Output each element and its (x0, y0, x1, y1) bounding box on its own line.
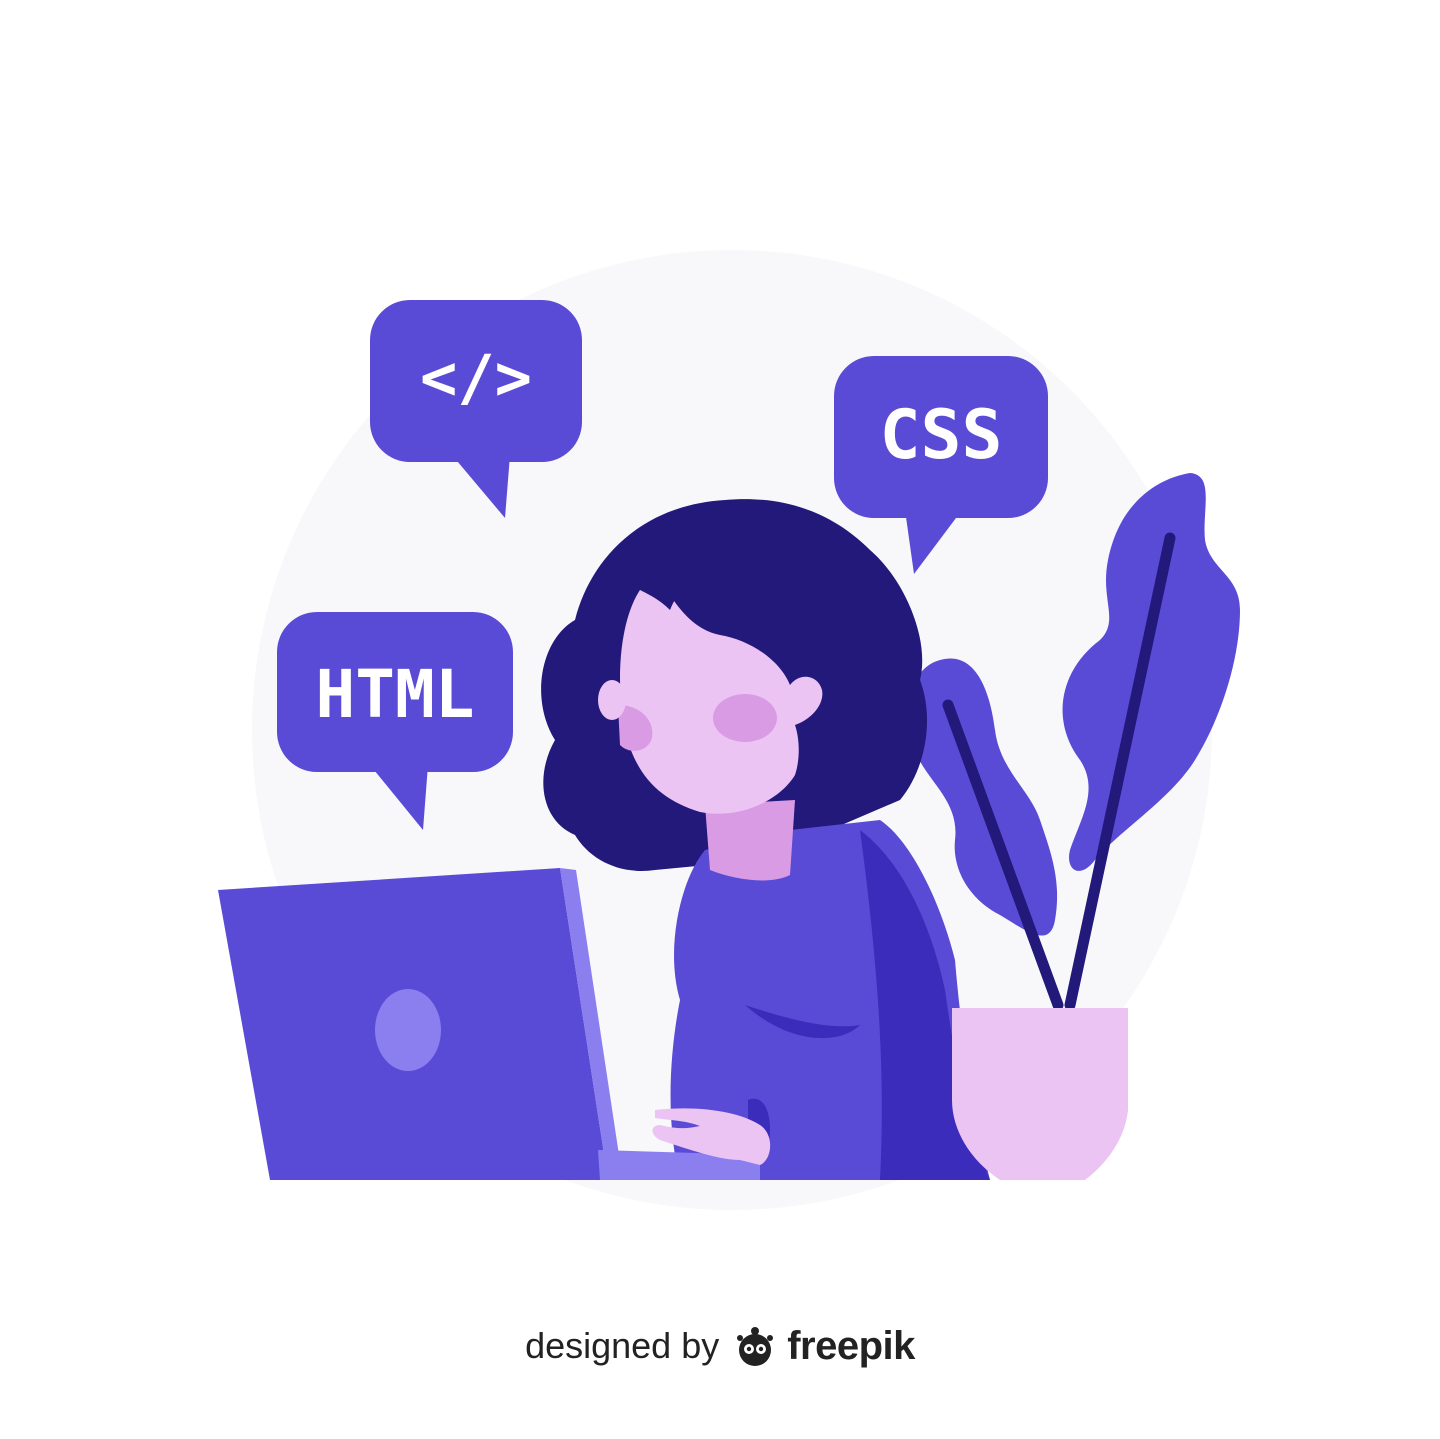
css-bubble-label: CSS (879, 396, 1003, 475)
code-bubble-label: </> (420, 341, 532, 414)
plant-pot (952, 1008, 1128, 1180)
html-bubble-label: HTML (315, 656, 475, 733)
ear (598, 680, 626, 720)
credit-prefix: designed by (525, 1325, 720, 1366)
credit-brand: freepik (787, 1323, 915, 1368)
laptop-logo (375, 989, 441, 1071)
illustration: </> CSS HTML designed by freepik (0, 0, 1440, 1439)
freepik-logo-icon (737, 1327, 774, 1366)
cheek-right (713, 694, 777, 742)
illustration-art (218, 250, 1240, 1210)
credit-line: designed by freepik (0, 1322, 1440, 1370)
